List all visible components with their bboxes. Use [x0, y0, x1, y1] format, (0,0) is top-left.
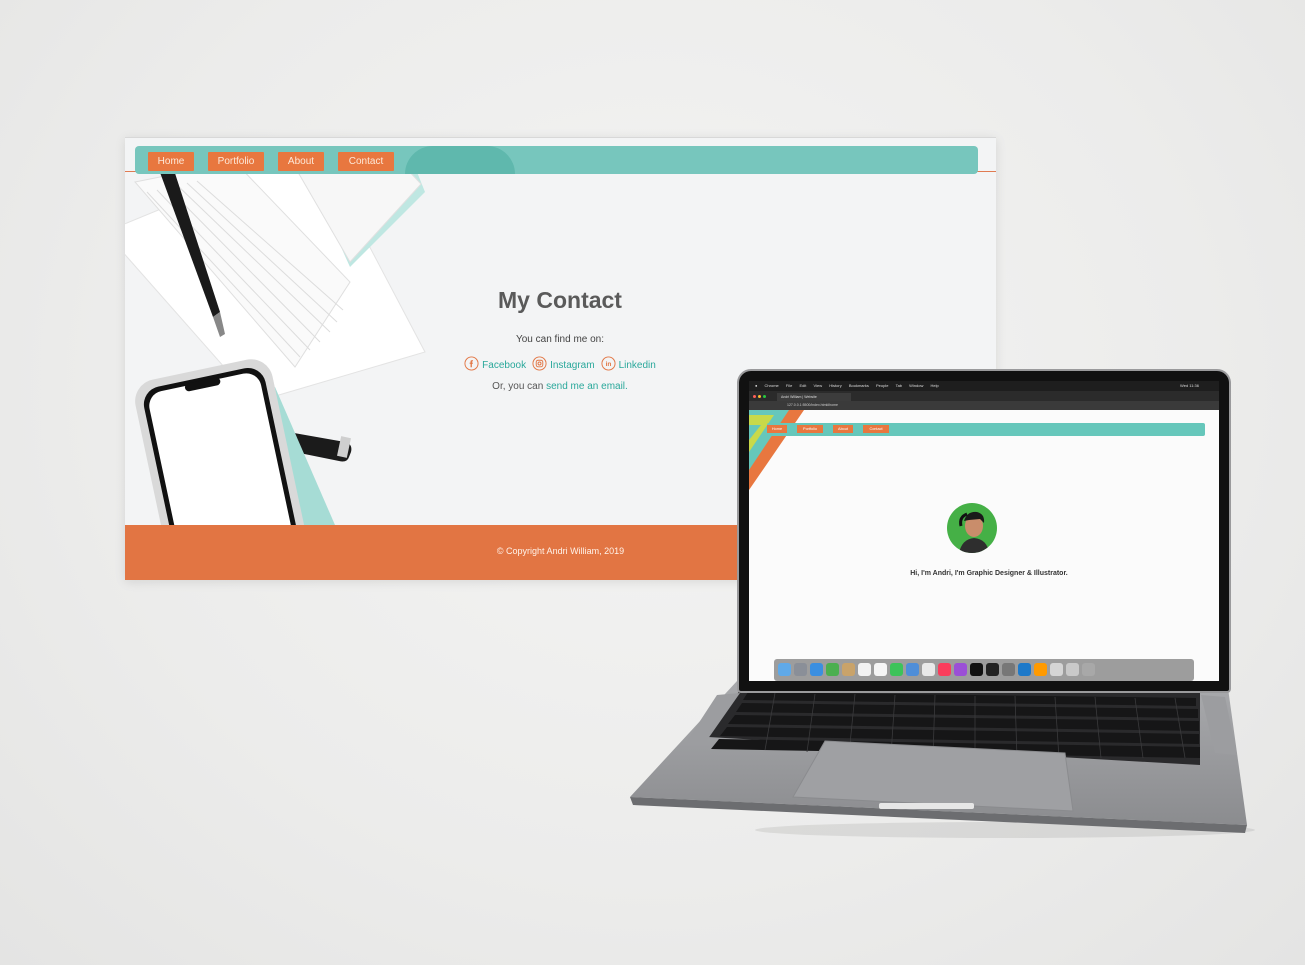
instagram-link[interactable]: Instagram — [532, 356, 595, 371]
mac-dock — [774, 659, 1194, 681]
nav-home-button[interactable]: Home — [148, 152, 194, 171]
apple-icon[interactable]: ● — [755, 383, 757, 388]
downloads-icon[interactable] — [1066, 663, 1079, 676]
avatar-portrait — [959, 511, 989, 553]
navbar: Home Portfolio About Contact — [135, 146, 978, 174]
corner-decoration — [749, 410, 804, 490]
system-preferences-icon[interactable] — [1002, 663, 1015, 676]
contacts-icon[interactable] — [842, 663, 855, 676]
illustrator-icon[interactable] — [1034, 663, 1047, 676]
instagram-icon — [532, 356, 547, 371]
notes-icon[interactable] — [874, 663, 887, 676]
tv-icon[interactable] — [970, 663, 983, 676]
finder-icon[interactable] — [778, 663, 791, 676]
instagram-label: Instagram — [550, 360, 595, 371]
menubar-view[interactable]: View — [814, 383, 823, 388]
podcasts-icon[interactable] — [954, 663, 967, 676]
menubar-clock: Wed 11:36 — [1180, 383, 1199, 388]
url-text[interactable]: 127.0.0.1:5500/index.html#home — [787, 402, 838, 409]
menubar-tab[interactable]: Tab — [896, 383, 902, 388]
site-nav-home[interactable]: Home — [767, 425, 787, 433]
minimize-window-icon[interactable] — [758, 395, 761, 398]
document-icon[interactable] — [1050, 663, 1063, 676]
facebook-link[interactable]: Facebook — [464, 356, 526, 371]
menubar-help[interactable]: Help — [931, 383, 939, 388]
page-title: My Contact — [498, 287, 622, 313]
site-nav-portfolio[interactable]: Portfolio — [797, 425, 823, 433]
browser-tab-strip: Andri William | Website — [749, 391, 1219, 401]
find-me-text: You can find me on: — [515, 334, 605, 345]
profile-avatar — [947, 503, 997, 553]
menubar-app[interactable]: Chrome — [765, 383, 779, 388]
laptop-mockup: ● Chrome File Edit View History Bookmark… — [625, 365, 1265, 845]
chrome-icon[interactable] — [826, 663, 839, 676]
laptop-screen-bezel: ● Chrome File Edit View History Bookmark… — [737, 369, 1231, 693]
messages-icon[interactable] — [890, 663, 903, 676]
nav-portfolio-button[interactable]: Portfolio — [208, 152, 264, 171]
laptop-screen: ● Chrome File Edit View History Bookmark… — [749, 381, 1219, 681]
linkedin-icon: in — [601, 356, 616, 371]
svg-text:in: in — [605, 361, 611, 368]
menubar-window[interactable]: Window — [909, 383, 923, 388]
vscode-icon[interactable] — [1018, 663, 1031, 676]
menubar-people[interactable]: People — [876, 383, 888, 388]
top-border — [125, 137, 996, 138]
terminal-icon[interactable] — [986, 663, 999, 676]
site-nav-about[interactable]: About — [833, 425, 853, 433]
calendar-icon[interactable] — [858, 663, 871, 676]
menubar-bookmarks[interactable]: Bookmarks — [849, 383, 869, 388]
zoom-window-icon[interactable] — [763, 395, 766, 398]
navbar-accent-shape — [405, 146, 515, 174]
photos-app-icon[interactable] — [922, 663, 935, 676]
browser-tab[interactable]: Andri William | Website — [777, 393, 851, 401]
photos-icon[interactable] — [906, 663, 919, 676]
hero-heading: Hi, I'm Andri, I'm Graphic Designer & Il… — [910, 570, 1068, 577]
email-prefix: Or, you can — [492, 381, 547, 392]
trash-icon[interactable] — [1082, 663, 1095, 676]
address-bar[interactable]: 127.0.0.1:5500/index.html#home — [749, 401, 1219, 410]
menubar-edit[interactable]: Edit — [799, 383, 806, 388]
menubar-file[interactable]: File — [786, 383, 792, 388]
mac-menubar: ● Chrome File Edit View History Bookmark… — [749, 381, 1219, 391]
close-window-icon[interactable] — [753, 395, 756, 398]
facebook-icon — [464, 356, 479, 371]
facebook-label: Facebook — [482, 360, 527, 371]
nav-about-button[interactable]: About — [278, 152, 324, 171]
safari-icon[interactable] — [810, 663, 823, 676]
site-navbar: Home Portfolio About Contact — [767, 423, 1205, 436]
email-link[interactable]: send me an email. — [546, 381, 628, 392]
launchpad-icon[interactable] — [794, 663, 807, 676]
nav-contact-button[interactable]: Contact — [338, 152, 394, 171]
site-nav-contact[interactable]: Contact — [863, 425, 889, 433]
music-icon[interactable] — [938, 663, 951, 676]
menubar-history[interactable]: History — [829, 383, 841, 388]
